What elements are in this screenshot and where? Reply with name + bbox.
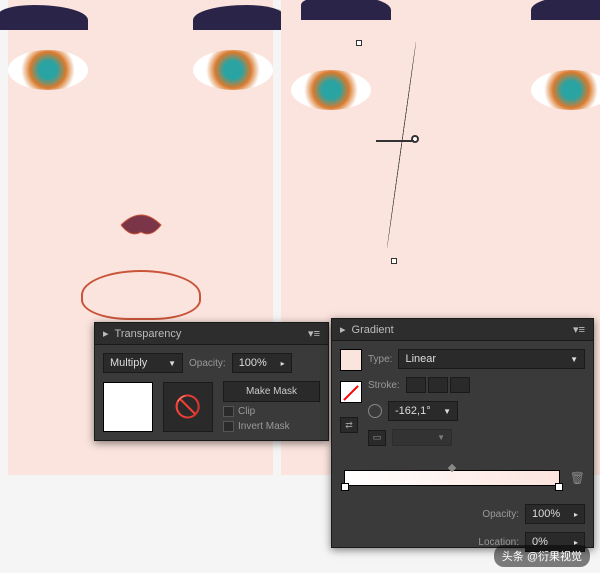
opacity-label: Opacity: [482,509,519,520]
invert-mask-checkbox[interactable] [223,421,234,432]
opacity-value: 100% [532,508,560,520]
stroke-across-button[interactable] [450,377,470,393]
stroke-label: Stroke: [368,380,400,391]
nose-shape [116,200,166,240]
clip-checkbox[interactable] [223,406,234,417]
clip-label: Clip [238,406,255,417]
gradient-stroke-swatch[interactable] [340,381,362,403]
type-value: Linear [405,353,436,365]
stop-opacity-input[interactable]: 100%▸ [525,504,585,524]
mask-thumbnail[interactable]: 🚫 [163,382,213,432]
aspect-ratio-icon[interactable]: ▭ [368,430,386,446]
invert-mask-label: Invert Mask [238,421,290,432]
gradient-stop-right[interactable] [555,483,563,491]
watermark-bottom: 头条 @衍果视觉 [494,545,590,567]
opacity-input[interactable]: 100%▸ [232,353,292,373]
eye [8,50,88,90]
eyebrow [0,5,88,30]
angle-icon [368,404,382,418]
eye [531,70,600,110]
eye [291,70,371,110]
eyebrow [193,5,283,30]
angle-value: -162,1° [395,405,431,417]
handle-line [376,140,414,142]
expand-icon[interactable]: ▸ [103,327,109,340]
panel-header[interactable]: ▸ Gradient ▾≡ [332,319,593,341]
expand-icon[interactable]: ▸ [340,323,346,336]
reverse-gradient-icon[interactable]: ⇄ [340,417,358,433]
gradient-slider[interactable] [344,470,560,486]
gradient-midpoint[interactable] [448,464,456,472]
panel-title: Gradient [352,324,394,336]
bezier-path[interactable] [386,41,416,249]
angle-input[interactable]: -162,1°▼ [388,401,458,421]
panel-title: Transparency [115,328,182,340]
stroke-within-button[interactable] [406,377,426,393]
aspect-ratio-input: ▼ [392,429,452,446]
panel-menu-icon[interactable]: ▾≡ [573,323,585,336]
stroke-along-button[interactable] [428,377,448,393]
eyebrow [531,0,600,20]
anchor-point[interactable] [391,258,397,264]
type-label: Type: [368,354,392,365]
gradient-type-dropdown[interactable]: Linear▼ [398,349,585,369]
eyebrow [301,0,391,20]
blend-mode-dropdown[interactable]: Multiply▼ [103,353,183,373]
blend-mode-value: Multiply [110,357,147,369]
trash-icon[interactable]: 🗑 [570,471,585,485]
transparency-panel: ▸ Transparency ▾≡ Multiply▼ Opacity: 100… [94,322,329,441]
source-thumbnail[interactable] [103,382,153,432]
make-mask-button[interactable]: Make Mask [223,381,320,402]
eye [193,50,273,90]
panel-header[interactable]: ▸ Transparency ▾≡ [95,323,328,345]
lips-outline [81,270,201,320]
opacity-value: 100% [239,357,267,369]
opacity-label: Opacity: [189,358,226,369]
gradient-stop-left[interactable] [341,483,349,491]
gradient-fill-swatch[interactable] [340,349,362,371]
gradient-panel: ▸ Gradient ▾≡ ⇄ Type: Linear▼ Stroke: [331,318,594,548]
panel-menu-icon[interactable]: ▾≡ [308,327,320,340]
anchor-point[interactable] [356,40,362,46]
